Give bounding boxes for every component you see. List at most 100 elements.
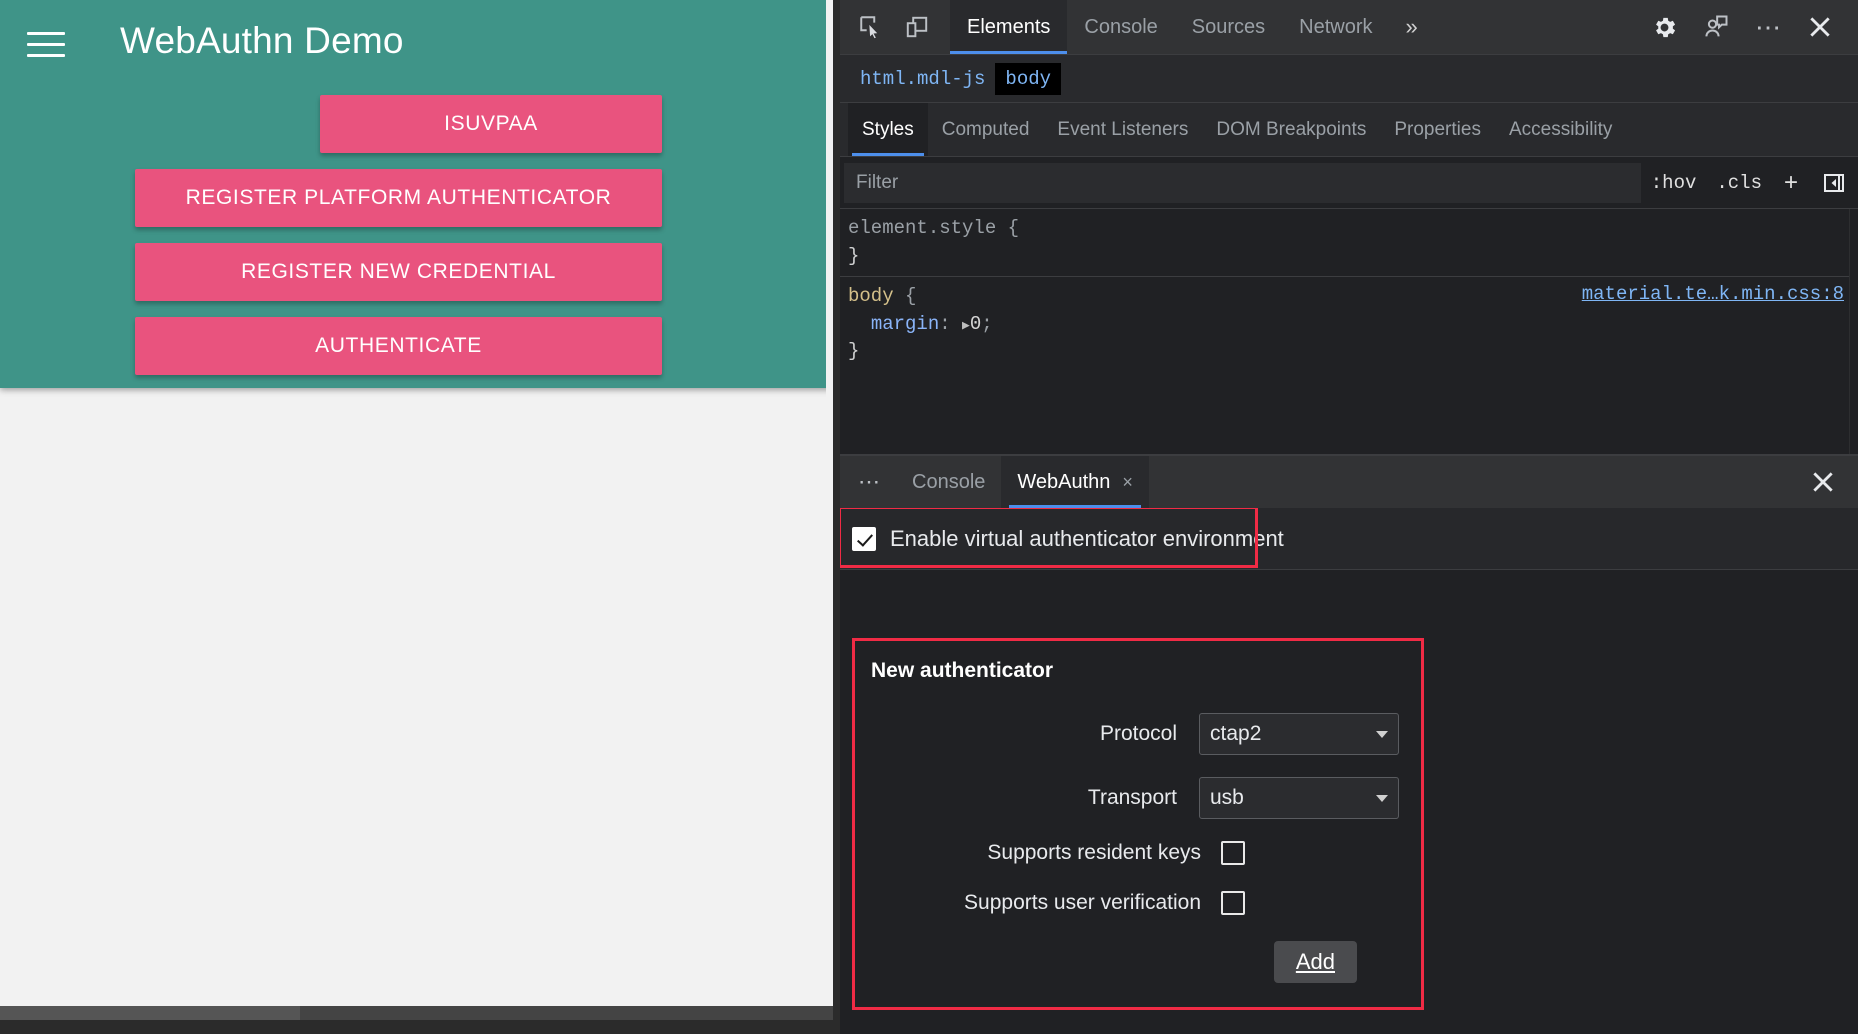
protocol-label: Protocol	[1100, 722, 1177, 746]
page-viewport: WebAuthn Demo ISUVPAA REGISTER PLATFORM …	[0, 0, 840, 1034]
register-new-credential-button[interactable]: REGISTER NEW CREDENTIAL	[135, 243, 662, 301]
action-button-stack: ISUVPAA REGISTER PLATFORM AUTHENTICATOR …	[0, 95, 833, 391]
devtools-tab-list: Elements Console Sources Network »	[950, 0, 1434, 54]
style-rule-open-brace: {	[1008, 217, 1019, 239]
drawer-tab-close-icon[interactable]: ×	[1122, 472, 1133, 493]
add-authenticator-button-label: Add	[1296, 949, 1335, 974]
new-style-rule-button[interactable]: +	[1772, 169, 1810, 197]
app-header: WebAuthn Demo ISUVPAA REGISTER PLATFORM …	[0, 0, 833, 388]
tab-elements[interactable]: Elements	[950, 0, 1067, 54]
tab-event-listeners-label: Event Listeners	[1057, 119, 1188, 141]
more-options-icon[interactable]: ⋯	[1742, 0, 1794, 54]
transport-select[interactable]: usb	[1199, 777, 1399, 819]
style-rule-selector-line: element.style {	[848, 215, 1858, 243]
protocol-select-value: ctap2	[1210, 722, 1261, 746]
tab-console-label: Console	[1084, 16, 1157, 39]
drawer-tab-webauthn[interactable]: WebAuthn ×	[1001, 456, 1149, 508]
webauthn-panel: Enable virtual authenticator environment…	[840, 508, 1858, 1034]
enable-virtual-authenticator-row[interactable]: Enable virtual authenticator environment	[840, 508, 1256, 570]
hamburger-bar	[27, 43, 65, 46]
authenticate-button[interactable]: AUTHENTICATE	[135, 317, 662, 375]
drawer-more-tools-icon[interactable]: ⋯	[840, 456, 896, 508]
tab-computed-label: Computed	[942, 119, 1030, 141]
page-horizontal-scrollbar-thumb[interactable]	[0, 1006, 300, 1020]
styles-vertical-scrollbar[interactable]	[1849, 209, 1858, 454]
collapse-sidebar-icon[interactable]	[1810, 171, 1858, 195]
tab-styles[interactable]: Styles	[848, 103, 928, 156]
feedback-person-icon[interactable]	[1690, 0, 1742, 54]
style-rule-open-brace: {	[905, 285, 916, 307]
protocol-row: Protocol ctap2	[871, 713, 1399, 755]
supports-user-verification-row: Supports user verification	[871, 891, 1399, 915]
enable-virtual-authenticator-checkbox[interactable]	[852, 527, 876, 551]
drawer-tab-console[interactable]: Console	[896, 456, 1001, 508]
tab-properties-label: Properties	[1394, 119, 1481, 141]
style-declaration-property: margin	[871, 313, 939, 335]
webauthn-toolbar-filler	[1256, 508, 1858, 570]
hamburger-bar	[27, 54, 65, 57]
supports-user-verification-label: Supports user verification	[964, 891, 1201, 915]
tab-styles-label: Styles	[862, 119, 914, 141]
tab-network[interactable]: Network	[1282, 0, 1389, 54]
style-rule-body[interactable]: material.te…k.min.css:8 body { margin: ▶…	[840, 276, 1858, 372]
cls-button[interactable]: .cls	[1706, 172, 1772, 194]
tab-sources[interactable]: Sources	[1175, 0, 1282, 54]
gear-icon[interactable]	[1638, 0, 1690, 54]
more-tabs-chevron-icon[interactable]: »	[1390, 0, 1434, 54]
close-drawer-icon[interactable]	[1788, 456, 1858, 508]
hamburger-bar	[27, 32, 65, 35]
supports-resident-keys-label: Supports resident keys	[987, 841, 1201, 865]
style-rule-close-brace: }	[848, 338, 1858, 366]
breadcrumb-item-body[interactable]: body	[995, 63, 1061, 95]
expand-shorthand-icon[interactable]: ▶	[962, 318, 970, 333]
transport-row: Transport usb	[871, 777, 1399, 819]
style-rule-selector: body	[848, 285, 894, 307]
tab-accessibility[interactable]: Accessibility	[1495, 103, 1626, 156]
style-rule-origin-link[interactable]: material.te…k.min.css:8	[1582, 283, 1844, 305]
page-title: WebAuthn Demo	[120, 20, 404, 62]
supports-user-verification-checkbox[interactable]	[1221, 891, 1245, 915]
chevron-down-icon	[1376, 795, 1388, 802]
tab-computed[interactable]: Computed	[928, 103, 1044, 156]
style-rule-element-style[interactable]: element.style { }	[840, 209, 1858, 276]
tab-console[interactable]: Console	[1067, 0, 1174, 54]
supports-resident-keys-checkbox[interactable]	[1221, 841, 1245, 865]
page-vertical-scrollbar[interactable]	[826, 0, 833, 1020]
tab-network-label: Network	[1299, 16, 1372, 39]
breadcrumb-item-html[interactable]: html.mdl-js	[850, 63, 995, 95]
styles-rules-pane: element.style { } material.te…k.min.css:…	[840, 209, 1858, 454]
chevron-down-icon	[1376, 731, 1388, 738]
add-authenticator-button[interactable]: Add	[1274, 941, 1357, 983]
tab-elements-label: Elements	[967, 16, 1050, 39]
tab-dom-breakpoints-label: DOM Breakpoints	[1216, 119, 1366, 141]
tab-accessibility-label: Accessibility	[1509, 119, 1612, 141]
devtools-panel: Elements Console Sources Network »	[840, 0, 1858, 1034]
drawer-tab-console-label: Console	[912, 471, 985, 494]
protocol-select[interactable]: ctap2	[1199, 713, 1399, 755]
style-rule-close-brace: }	[848, 243, 1858, 271]
hov-button[interactable]: :hov	[1641, 172, 1707, 194]
add-button-row: Add	[871, 941, 1399, 983]
style-declaration[interactable]: margin: ▶0;	[848, 311, 1858, 339]
close-icon[interactable]	[1794, 0, 1846, 54]
styles-filter-row: :hov .cls +	[840, 157, 1858, 209]
style-declaration-value[interactable]: 0	[970, 313, 981, 335]
search-input[interactable]	[844, 163, 1641, 203]
tab-event-listeners[interactable]: Event Listeners	[1043, 103, 1202, 156]
devtools-toolbar: Elements Console Sources Network »	[840, 0, 1858, 55]
new-authenticator-section: New authenticator Protocol ctap2 Transpo…	[852, 638, 1424, 1010]
page-horizontal-scrollbar[interactable]	[0, 1006, 833, 1020]
devtools-drawer: ⋯ Console WebAuthn × Enable virtual auth…	[840, 454, 1858, 1034]
new-authenticator-form: New authenticator Protocol ctap2 Transpo…	[852, 638, 1424, 1010]
drawer-tab-webauthn-label: WebAuthn	[1017, 471, 1110, 494]
device-toolbar-icon[interactable]	[894, 0, 940, 54]
drawer-tab-bar: ⋯ Console WebAuthn ×	[840, 456, 1858, 508]
tab-sources-label: Sources	[1192, 16, 1265, 39]
inspect-element-icon[interactable]	[848, 0, 894, 54]
register-platform-authenticator-button[interactable]: REGISTER PLATFORM AUTHENTICATOR	[135, 169, 662, 227]
devtools-toolbar-right: ⋯	[1638, 0, 1858, 54]
tab-properties[interactable]: Properties	[1380, 103, 1495, 156]
hamburger-icon[interactable]	[27, 32, 65, 60]
isuvpaa-button[interactable]: ISUVPAA	[320, 95, 662, 153]
tab-dom-breakpoints[interactable]: DOM Breakpoints	[1202, 103, 1380, 156]
